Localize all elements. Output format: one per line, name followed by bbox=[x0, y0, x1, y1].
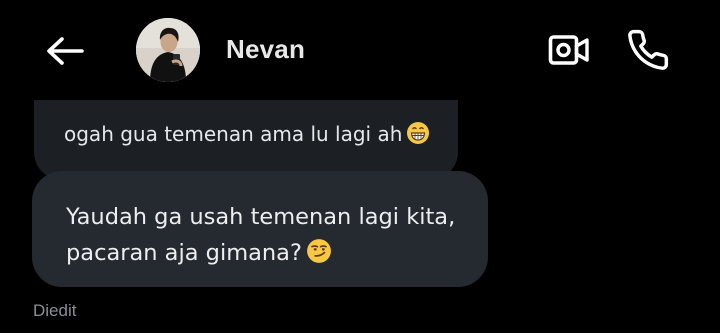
message-line-2-text: pacaran aja gimana? bbox=[66, 240, 302, 266]
message-text: Yaudah ga usah temenan lagi kita, pacara… bbox=[66, 199, 476, 275]
back-button[interactable] bbox=[40, 30, 88, 72]
grinning-face-icon bbox=[406, 121, 430, 150]
video-camera-icon bbox=[548, 35, 589, 65]
smirking-face-icon bbox=[306, 238, 332, 275]
phone-icon bbox=[628, 29, 669, 70]
message-text: ogah gua temenan ama lu lagi ah bbox=[64, 121, 430, 150]
message-line-2: pacaran aja gimana? bbox=[66, 235, 476, 275]
chat-screen: Nevan ogah gua temenan ama lu lagi ah Ya… bbox=[0, 0, 720, 333]
video-call-button[interactable] bbox=[546, 30, 592, 70]
voice-call-button[interactable] bbox=[624, 26, 672, 74]
profile-photo bbox=[136, 18, 200, 82]
message-text-content: ogah gua temenan ama lu lagi ah bbox=[64, 122, 403, 146]
chat-header: Nevan bbox=[0, 0, 720, 100]
edited-label: Diedit bbox=[33, 301, 77, 320]
message-bubble-previous[interactable]: ogah gua temenan ama lu lagi ah bbox=[34, 100, 458, 180]
message-bubble-current[interactable]: Yaudah ga usah temenan lagi kita, pacara… bbox=[32, 171, 488, 287]
arrow-left-icon bbox=[47, 37, 84, 65]
avatar[interactable] bbox=[136, 18, 200, 82]
contact-name[interactable]: Nevan bbox=[226, 34, 305, 65]
message-line-1: Yaudah ga usah temenan lagi kita, bbox=[66, 204, 456, 230]
